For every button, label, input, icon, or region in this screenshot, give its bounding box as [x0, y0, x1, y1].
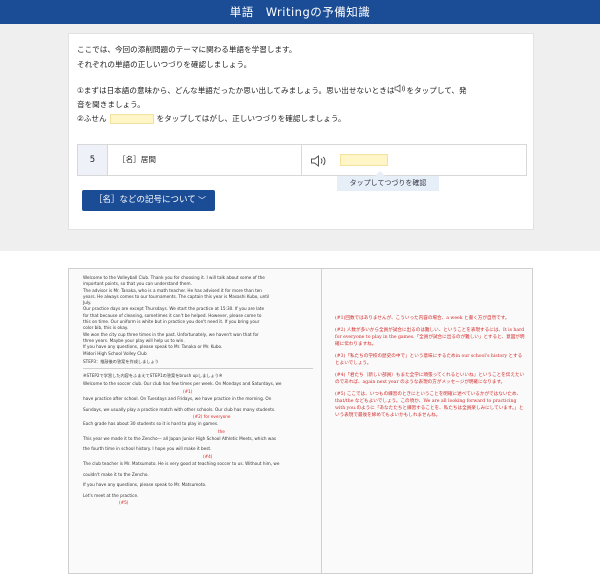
answer-line: couldn't make it to the Zencho. [83, 471, 149, 477]
answer-line: the fourth time in school history. I hop… [83, 446, 212, 452]
word-meaning: ［名］居間 [118, 155, 156, 164]
answer-line: If you have any questions, please speak … [83, 482, 207, 488]
step2-text-b: をタップしてはがし、正しいつづりを確認しましょう。 [156, 114, 346, 123]
answer-line: This year we made it to the Zencho— all … [83, 435, 277, 441]
answer-line: Welcome to the soccer club. Our club has… [83, 381, 282, 387]
step1-text-b: をタップして、発 [406, 86, 467, 95]
step1-text-a: ①まずは日本語の意味から、どんな単語だったか思い出してみましょう。思い出せないと… [77, 86, 395, 95]
step1-line-2: 音を聞きましょう。 [77, 100, 145, 109]
comment: (#5) ここでは、いつもの練習のときにということを明確に述べているかがではない… [335, 392, 524, 418]
vocab-card: ここでは、今回の添削問題のテーマに関わる単語を学習します。 それぞれの単語の正し… [68, 33, 534, 230]
doc-para: Midori High School Volley Club [83, 350, 147, 356]
tap-tooltip: タップしてつづりを確認 [337, 171, 439, 191]
comment: (#1)回数ではありませんが、こういった内容の場合、a week と書く方が自然… [335, 316, 510, 321]
word-row: 5 ［名］居間 [77, 144, 527, 176]
step-label: STEP3：推敲後の答案を作成しましょう [83, 358, 159, 364]
document-comments: (#1)回数ではありませんが、こういった内容の場合、a week と書く方が自然… [323, 269, 532, 573]
page-title: 単語 Writingの予備知識 [229, 5, 371, 19]
chevron-down-icon: ﹀ [198, 196, 206, 205]
document-left-column: Welcome to the Volleyball Club. Thank yo… [69, 269, 322, 573]
word-number: 5 [78, 145, 108, 175]
student-answer: ※STEP2で学習した内容をふまえてSTEP1の答案をbrush upしましょう… [83, 368, 313, 505]
speaker-icon [311, 155, 326, 167]
step1-line: ①まずは日本語の意味から、どんな単語だったか思い出してみましょう。思い出せないと… [77, 84, 527, 98]
answer-line: Each grade has about 30 students so it i… [83, 421, 219, 427]
intro-text: ここでは、今回の添削問題のテーマに関わる単語を学習します。 それぞれの単語の正し… [77, 42, 296, 72]
step2-line: ②ふせん をタップしてはがし、正しいつづりを確認しましょう。 [77, 112, 527, 126]
comment: (#4)「君たち（新しい部員）もまた全学に頑張ってくれるといいね」ということを伝… [335, 373, 525, 385]
answer-line: The club teacher is Mr. Matsumoto. He is… [83, 461, 280, 467]
corrected-document-image: Welcome to the Volleyball Club. Thank yo… [68, 268, 533, 574]
sticky-note[interactable] [340, 154, 388, 166]
row-divider [301, 145, 302, 175]
answer-line: Let's meet at the practice. [83, 492, 139, 498]
instructions: ①まずは日本語の意味から、どんな単語だったか思い出してみましょう。思い出せないと… [77, 84, 527, 126]
intro-line-1: ここでは、今回の添削問題のテーマに関わる単語を学習します。 [77, 45, 297, 54]
symbol-info-label: ［名］などの記号について [94, 195, 196, 205]
comment: (#2) 人数が多いから全員が試合に出るのは難しい、ということを表現するには、I… [335, 328, 525, 347]
step2-text-a: ②ふせん [77, 114, 107, 123]
comment: (#3)「私たちの学校の歴史の中で」という意味にするためin our schoo… [335, 354, 523, 366]
header-bar: 単語 Writingの予備知識 [0, 0, 600, 24]
intro-line-2: それぞれの単語の正しいつづりを確認しましょう。 [77, 60, 252, 69]
answer-line: have practice after school. On Tuesdays … [83, 396, 272, 402]
annotation-mark: (#5) [119, 500, 129, 506]
sticky-note-sample [109, 114, 154, 124]
audio-button[interactable] [310, 153, 328, 167]
symbol-info-button[interactable]: ［名］などの記号について ﹀ [82, 190, 215, 211]
speaker-icon [394, 84, 406, 98]
